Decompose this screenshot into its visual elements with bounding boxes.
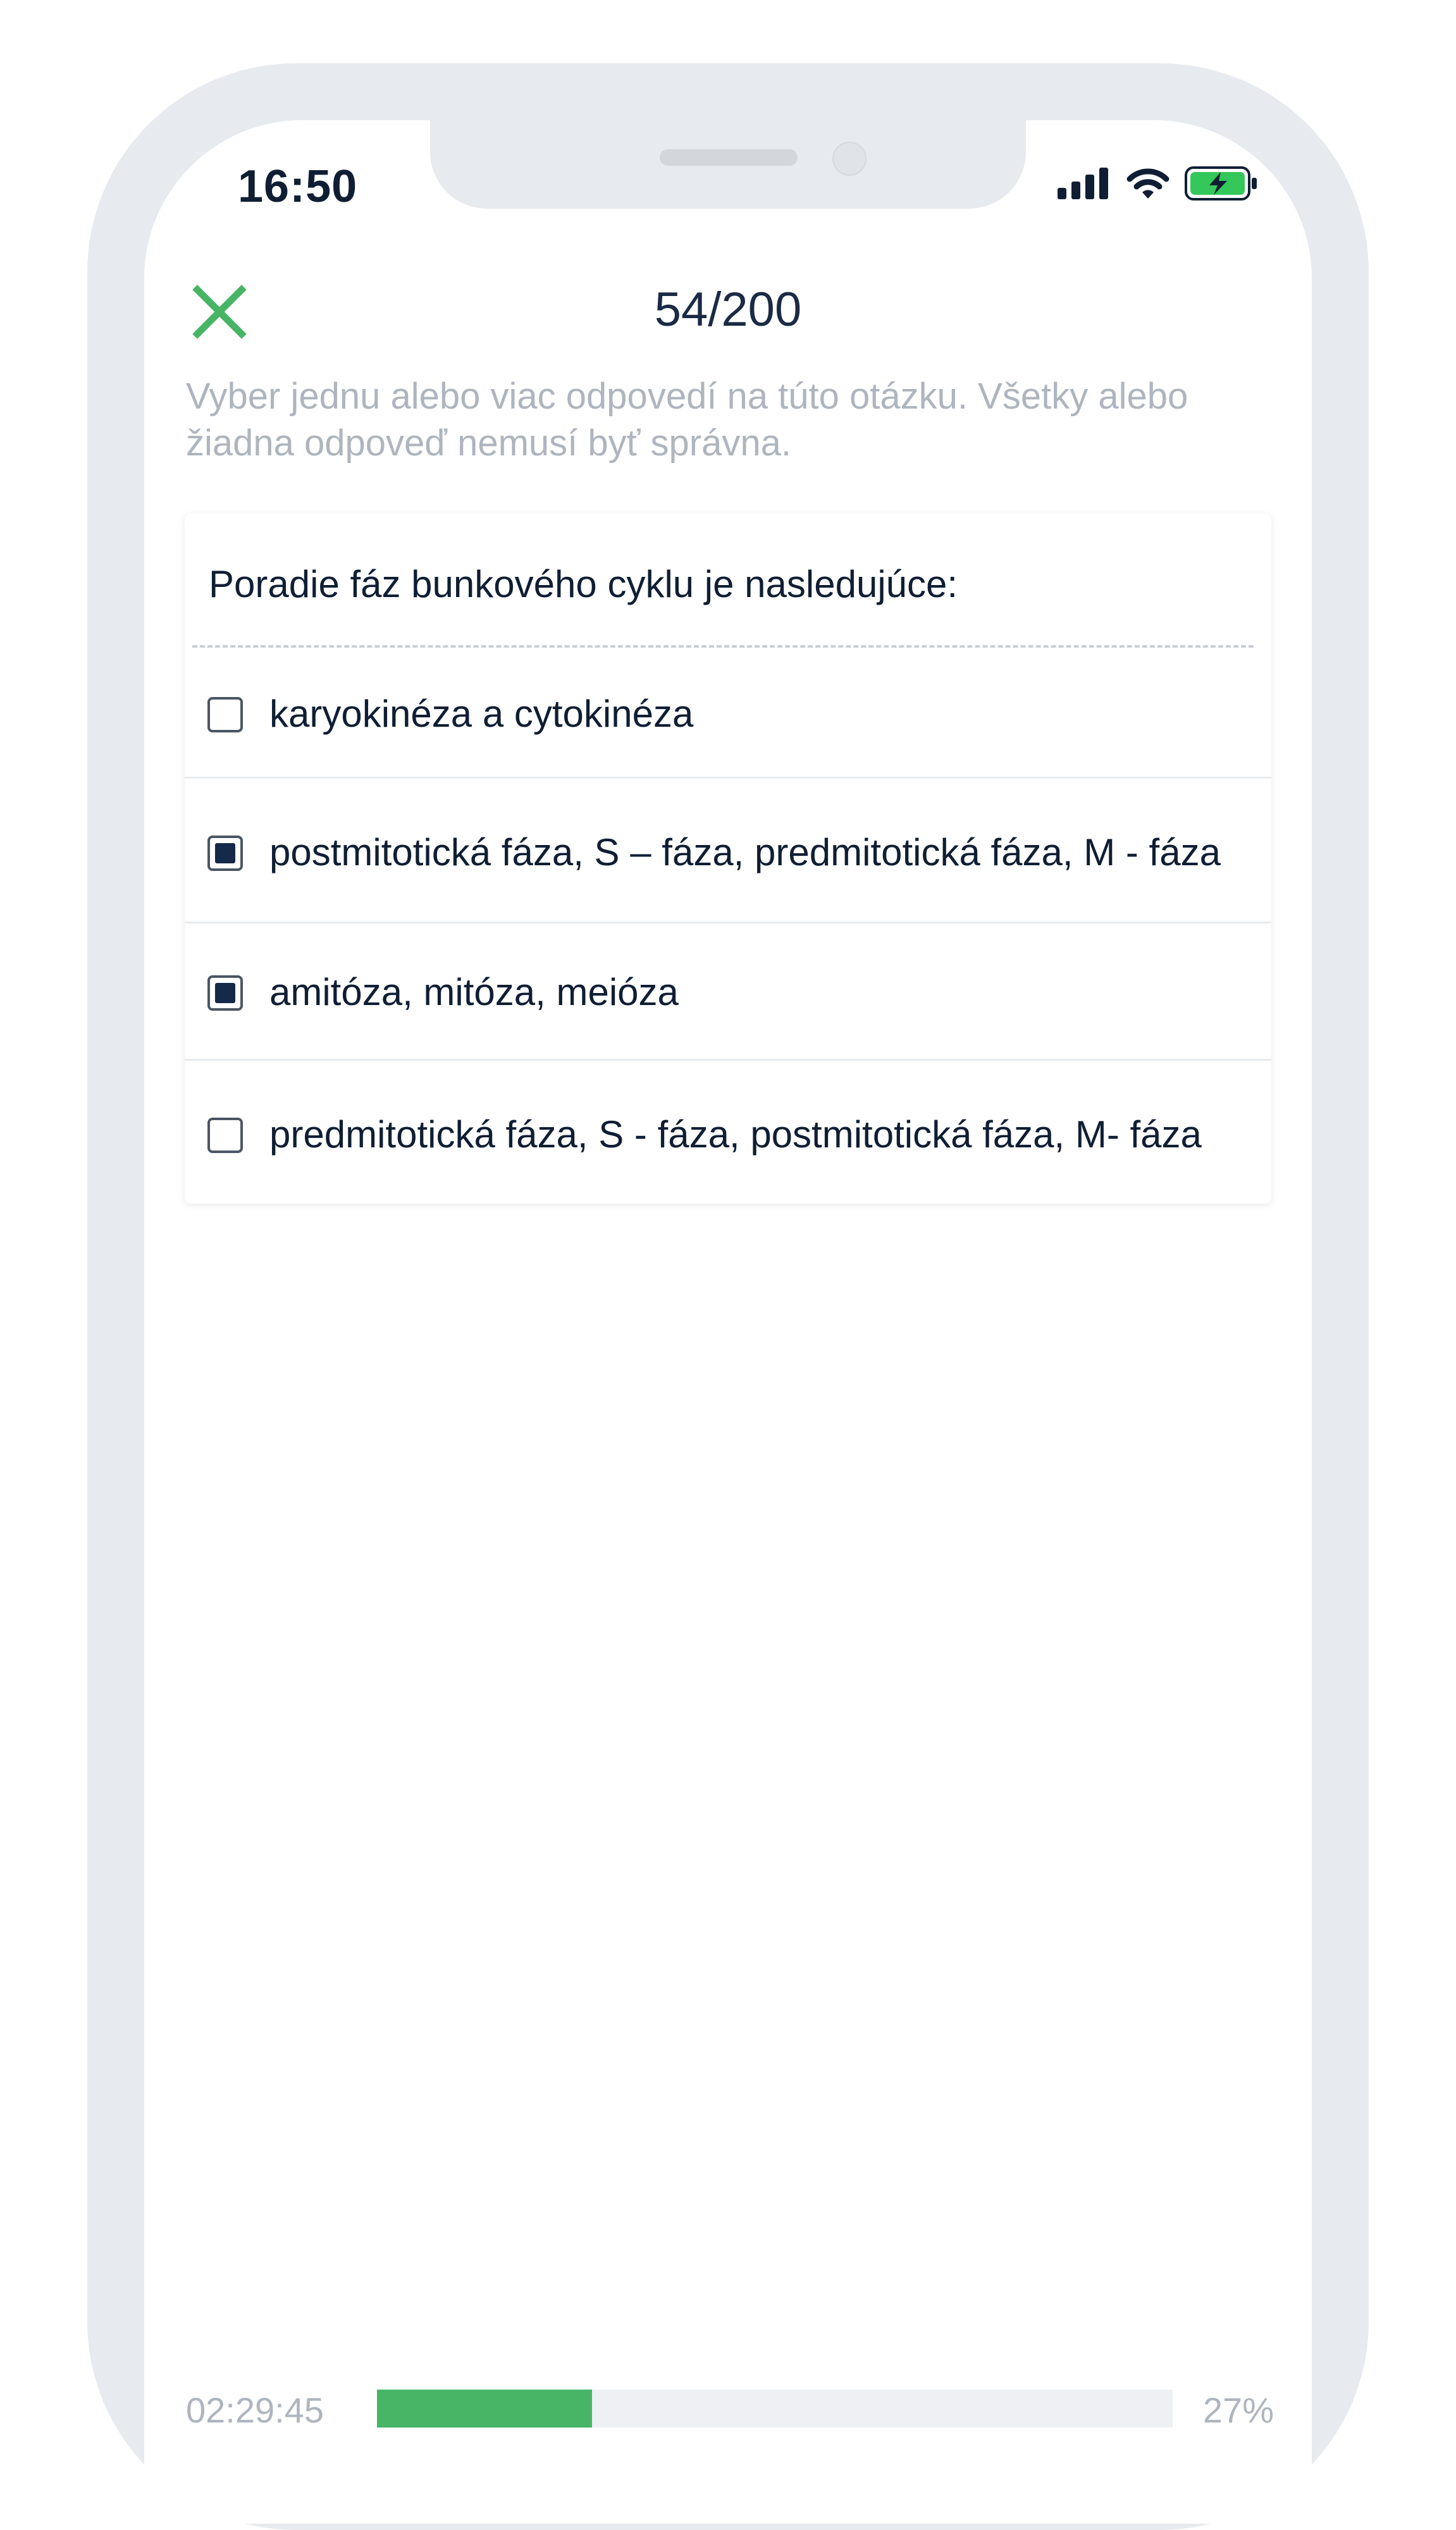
phone-screen: 16:50 54/200 Vyber jednu alebo viac odpo… [144, 120, 1312, 2524]
instructions-text: Vyber jednu alebo viac odpovedí na túto … [186, 376, 1188, 464]
question-counter: 54/200 [654, 283, 802, 336]
front-camera [832, 142, 867, 176]
checkbox[interactable] [207, 1118, 243, 1153]
battery-charging-icon [1184, 166, 1259, 204]
wifi-icon [1126, 167, 1170, 203]
status-time: 16:50 [238, 161, 358, 212]
notch [430, 120, 1026, 209]
progress-fill [377, 2390, 592, 2428]
question-text: Poradie fáz bunkového cyklu je nasledujú… [192, 514, 1254, 648]
checkbox[interactable] [207, 836, 243, 871]
answer-option[interactable]: amitóza, mitóza, meióza [185, 923, 1271, 1061]
exam-footer: 02:29:45 27% [186, 2390, 1274, 2440]
speaker-grille [660, 149, 798, 166]
progress-bar [377, 2390, 1173, 2428]
answer-option-label: amitóza, mitóza, meióza [269, 971, 679, 1013]
answer-option-label: predmitotická fáza, S - fáza, postmitoti… [269, 1113, 1202, 1156]
answer-option-label: postmitotická fáza, S – fáza, predmitoti… [269, 831, 1221, 873]
question-card: Poradie fáz bunkového cyklu je nasledujú… [185, 514, 1271, 1204]
status-icons [1058, 166, 1259, 204]
progress-percent: 27% [1202, 2390, 1274, 2430]
checkbox[interactable] [207, 975, 243, 1011]
exam-timer: 02:29:45 [186, 2390, 324, 2430]
answer-option-label: karyokinéza a cytokinéza [269, 693, 694, 735]
answer-option[interactable]: postmitotická fáza, S – fáza, predmitoti… [185, 779, 1271, 923]
checkbox[interactable] [207, 697, 243, 732]
signal-icon [1058, 168, 1112, 202]
answer-option[interactable]: predmitotická fáza, S - fáza, postmitoti… [185, 1061, 1271, 1204]
answer-option[interactable]: karyokinéza a cytokinéza [185, 648, 1271, 779]
